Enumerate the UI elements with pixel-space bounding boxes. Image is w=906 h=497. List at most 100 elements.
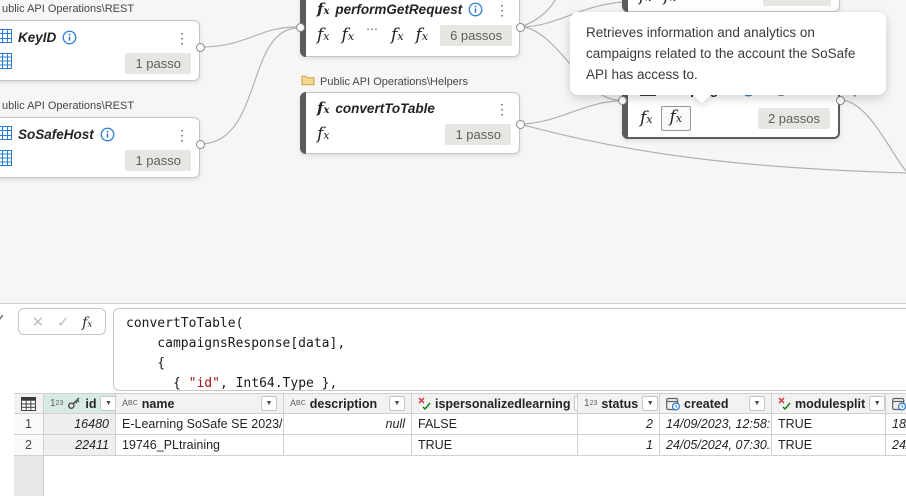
input-port[interactable]	[618, 96, 627, 105]
output-port[interactable]	[196, 43, 205, 52]
number-type-icon: 123	[584, 399, 597, 409]
info-icon[interactable]	[62, 30, 77, 45]
function-icon: fx	[317, 2, 329, 18]
filter-button[interactable]: ▼	[869, 396, 885, 411]
cell[interactable]: 16480	[44, 414, 116, 435]
cell[interactable]: TRUE	[772, 435, 886, 456]
filter-button[interactable]: ▼	[749, 396, 765, 411]
node-name: convertToTable	[335, 101, 435, 116]
step-table-icon[interactable]	[0, 53, 12, 74]
key-icon	[67, 397, 81, 410]
cell[interactable]: 18/	[886, 414, 906, 435]
step-fx-icon[interactable]: fx	[416, 27, 429, 44]
datetime-type-icon	[666, 397, 680, 411]
cell[interactable]: 14/09/2023, 12:58:...	[660, 414, 772, 435]
more-menu-icon[interactable]: ⋮	[175, 128, 189, 142]
select-all-cells-button[interactable]	[14, 393, 44, 414]
cell[interactable]: 19746_PLtraining	[116, 435, 284, 456]
column-header-description[interactable]: ABCdescription▼	[284, 393, 412, 414]
cell[interactable]: 24/	[886, 435, 906, 456]
column-header-modulesplit[interactable]: modulesplit▼	[772, 393, 886, 414]
node-name: KeyID	[18, 30, 56, 45]
add-function-icon[interactable]: fx	[82, 312, 92, 331]
string-literal: "id"	[189, 376, 220, 391]
query-node-sosafehost[interactable]: SoSafeHost ⋮ 1 passo	[0, 117, 200, 178]
query-node-keyid[interactable]: KeyID ⋮ 1 passo	[0, 20, 200, 81]
boolean-type-icon	[778, 397, 791, 410]
step-fx-icon[interactable]: fx	[317, 126, 330, 143]
boolean-type-icon	[418, 397, 431, 410]
datetime-type-icon	[892, 397, 906, 411]
table-row: 116480E-Learning SoSafe SE 2023/...nullF…	[14, 414, 906, 435]
cell[interactable]: 24/05/2024, 07:30...	[660, 435, 772, 456]
column-header-name[interactable]: ABCname▼	[116, 393, 284, 414]
row-number[interactable]: 1	[14, 414, 44, 435]
commit-icon[interactable]: ✓	[57, 313, 70, 331]
power-query-editor: ublic API Operations\REST ublic API Oper…	[0, 0, 906, 497]
formula-bar: ✓ ✕ ✓ fx convertToTable( campaignsRespon…	[0, 303, 906, 393]
more-menu-icon[interactable]: ⋮	[495, 102, 509, 116]
diagram-view-canvas[interactable]: ublic API Operations\REST ublic API Oper…	[0, 0, 906, 303]
steps-badge: 2 passos	[758, 108, 830, 129]
cell[interactable]: TRUE	[772, 414, 886, 435]
cell[interactable]: E-Learning SoSafe SE 2023/...	[116, 414, 284, 435]
cell[interactable]: 2	[578, 414, 660, 435]
steps-badge: 1 passo	[445, 124, 511, 145]
step-fx-icon[interactable]: fx	[342, 27, 355, 44]
more-menu-icon[interactable]: ⋮	[495, 3, 509, 17]
filter-button[interactable]: ▼	[642, 396, 658, 411]
info-icon[interactable]	[100, 127, 115, 142]
output-port[interactable]	[516, 120, 525, 129]
group-label-rest-2: ublic API Operations\REST	[2, 100, 134, 112]
group-label-rest-1: ublic API Operations\REST	[2, 3, 134, 15]
text-type-icon: ABC	[122, 399, 138, 408]
filter-button[interactable]: ▼	[100, 396, 116, 411]
info-icon[interactable]	[468, 2, 483, 17]
more-menu-icon[interactable]: ⋮	[175, 31, 189, 45]
chevron-icon[interactable]: ✓	[0, 311, 6, 328]
step-fx-icon[interactable]: fx	[664, 0, 677, 5]
step-fx-icon[interactable]: fx	[317, 27, 330, 44]
row-number[interactable]: 2	[14, 435, 44, 456]
cell[interactable]: FALSE	[412, 414, 578, 435]
column-header-ispersonalizedlearning[interactable]: ispersonalizedlearning▼	[412, 393, 578, 414]
table-icon	[0, 29, 12, 46]
number-type-icon: 123	[50, 399, 63, 409]
query-node-performgetrequest[interactable]: fx performGetRequest ⋮ fx fx ⋯ fx fx 6 p…	[300, 0, 520, 57]
step-fx-icon[interactable]: fx	[391, 27, 404, 44]
cell[interactable]: 22411	[44, 435, 116, 456]
filter-button[interactable]: ▼	[389, 396, 405, 411]
cell[interactable]: null	[284, 414, 412, 435]
column-header-id[interactable]: 123id▼	[44, 393, 116, 414]
steps-badge	[763, 0, 831, 6]
function-icon: fx	[317, 101, 329, 117]
selected-step[interactable]: fx	[661, 106, 692, 131]
text-type-icon: ABC	[290, 399, 306, 408]
step-table-icon[interactable]	[0, 150, 12, 171]
step-fx-icon[interactable]: fx	[640, 110, 653, 127]
filter-button[interactable]: ▼	[261, 396, 277, 411]
output-port[interactable]	[516, 23, 525, 32]
output-port[interactable]	[836, 96, 845, 105]
cell[interactable]: TRUE	[412, 435, 578, 456]
input-port[interactable]	[296, 23, 305, 32]
column-header-status[interactable]: 123status▼	[578, 393, 660, 414]
column-header-datetime[interactable]	[886, 393, 906, 414]
formula-input[interactable]: convertToTable( campaignsResponse[data],…	[113, 308, 906, 391]
query-node-converttotable[interactable]: fx convertToTable ⋮ fx 1 passo	[300, 92, 520, 154]
cancel-icon[interactable]: ✕	[32, 313, 45, 331]
cell[interactable]: 1	[578, 435, 660, 456]
query-description-tooltip: Retrieves information and analytics on c…	[570, 12, 886, 95]
data-grid: 123id▼ABCname▼ABCdescription▼ispersonali…	[14, 393, 906, 497]
output-port[interactable]	[196, 140, 205, 149]
cell[interactable]	[284, 435, 412, 456]
grid-header-row: 123id▼ABCname▼ABCdescription▼ispersonali…	[14, 393, 906, 414]
row-gutter	[14, 456, 44, 496]
formula-actions: ✕ ✓ fx	[18, 308, 106, 335]
steps-badge: 6 passos	[440, 25, 512, 46]
table-row: 22241119746_PLtrainingTRUE124/05/2024, 0…	[14, 435, 906, 456]
step-fx-icon[interactable]: fx	[639, 0, 652, 5]
column-header-created[interactable]: created▼	[660, 393, 772, 414]
folder-icon	[301, 74, 315, 89]
query-node-cut-top[interactable]: fx fx	[622, 0, 840, 12]
